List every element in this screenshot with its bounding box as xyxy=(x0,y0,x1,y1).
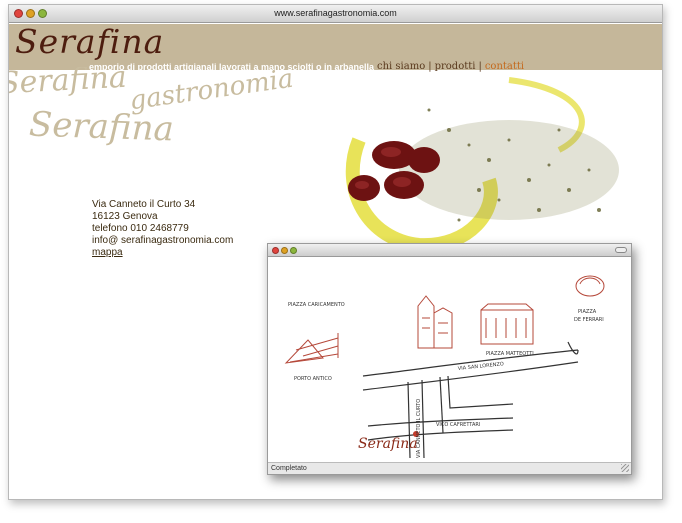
resize-handle[interactable] xyxy=(621,464,629,472)
status-text: Completato xyxy=(271,465,307,472)
popup-minimize-button[interactable] xyxy=(281,247,288,254)
map-label-piazza-ferrari-2: DE FERRARI xyxy=(574,317,604,323)
sketch-map: PIAZZA CARICAMENTO PORTO ANTICO PIAZZA M… xyxy=(268,258,631,462)
map-label-porto-antico: PORTO ANTICO xyxy=(294,376,332,382)
popup-status-bar: Completato xyxy=(268,462,631,474)
calligraphy-text: Serafina xyxy=(28,104,175,150)
calligraphy-text: Serafina xyxy=(9,67,128,102)
map-popup-window: PIAZZA CARICAMENTO PORTO ANTICO PIAZZA M… xyxy=(267,243,632,475)
popup-close-button[interactable] xyxy=(272,247,279,254)
site-header: Serafina emporio di prodotti artigianali… xyxy=(9,22,662,72)
address-email[interactable]: info@ serafinagastronomia.com xyxy=(92,235,233,247)
popup-title-bar xyxy=(268,244,631,257)
map-label-piazza-matteotti: PIAZZA MATTEOTTI xyxy=(486,351,534,357)
contact-address: Via Canneto il Curto 34 16123 Genova tel… xyxy=(92,199,233,259)
map-label-vico-cafrettari: VICO CAFRETTARI xyxy=(436,422,480,428)
address-city: 16123 Genova xyxy=(92,211,158,222)
address-phone: telefono 010 2468779 xyxy=(92,223,189,234)
title-bar: www.serafinagastronomia.com xyxy=(9,5,662,23)
popup-zoom-button[interactable] xyxy=(290,247,297,254)
map-link[interactable]: mappa xyxy=(92,247,123,258)
popup-toolbar-toggle[interactable] xyxy=(615,247,627,253)
browser-window: www.serafinagastronomia.com Serafina emp… xyxy=(8,4,663,500)
hero-food-image xyxy=(299,70,619,250)
address-street: Via Canneto il Curto 34 xyxy=(92,199,196,210)
background-calligraphy: Serafina gastronomia Serafina xyxy=(9,67,309,177)
map-logo: Serafina xyxy=(358,436,418,452)
map-label-piazza-caricamento: PIAZZA CARICAMENTO xyxy=(288,302,345,308)
map-label-piazza-ferrari-1: PIAZZA xyxy=(578,309,597,315)
site-tagline: emporio di prodotti artigianali lavorati… xyxy=(89,62,375,72)
site-logo[interactable]: Serafina xyxy=(15,22,164,61)
window-title-url: www.serafinagastronomia.com xyxy=(274,8,397,18)
